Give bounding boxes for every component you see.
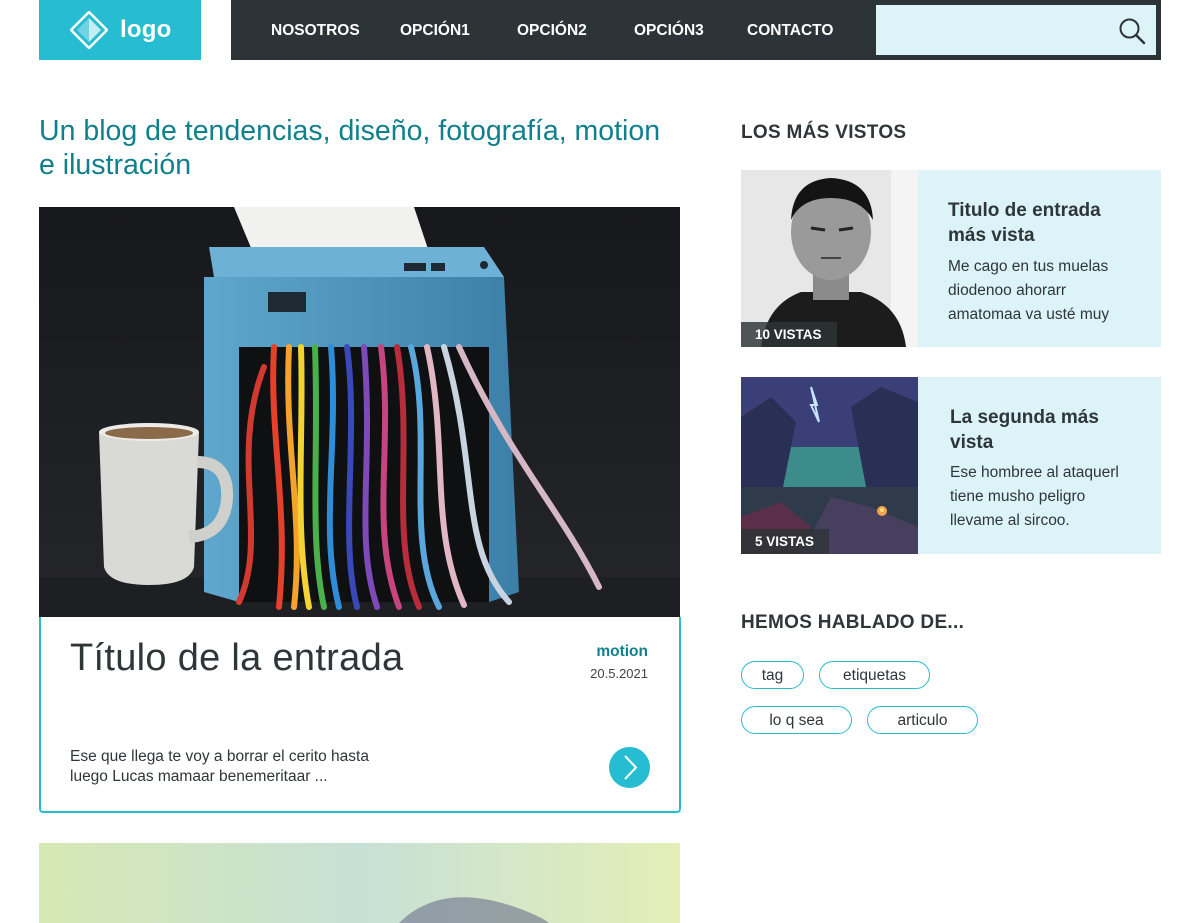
post-title[interactable]: Título de la entrada xyxy=(70,637,403,680)
popular-post-title[interactable]: Titulo de entrada más vista xyxy=(948,198,1138,248)
main-nav: NOSOTROS OPCIÓN1 OPCIÓN2 OPCIÓN3 CONTACT… xyxy=(231,0,1161,60)
page-heading: Un blog de tendencias, diseño, fotografí… xyxy=(39,115,661,181)
logo-diamond-icon xyxy=(70,11,108,49)
popular-heading: LOS MÁS VISTOS xyxy=(741,122,907,143)
search-icon[interactable] xyxy=(1118,17,1146,45)
post-featured-image[interactable] xyxy=(39,207,680,617)
post-date: 20.5.2021 xyxy=(590,666,648,681)
tag-chip[interactable]: tag xyxy=(741,661,804,689)
views-badge: 5 VISTAS xyxy=(741,529,830,554)
nav-item-opcion2[interactable]: OPCIÓN2 xyxy=(517,0,587,60)
popular-post-thumbnail[interactable]: 5 VISTAS xyxy=(741,377,918,554)
popular-post-card[interactable]: 5 VISTAS La segunda más vista Ese hombre… xyxy=(741,377,1161,554)
popular-post-thumbnail[interactable]: 10 VISTAS xyxy=(741,170,918,347)
nav-item-nosotros[interactable]: NOSOTROS xyxy=(271,0,360,60)
nav-item-opcion1[interactable]: OPCIÓN1 xyxy=(400,0,470,60)
popular-post-excerpt: Ese hombree al ataquerl tiene musho peli… xyxy=(950,464,1119,529)
popular-post-title[interactable]: La segunda más vista xyxy=(950,405,1140,455)
popular-post-excerpt: Me cago en tus muelas diodenoo ahorarr a… xyxy=(948,258,1110,323)
tags-heading: HEMOS HABLADO DE... xyxy=(741,612,965,633)
post-excerpt: Ese que llega te voy a borrar el cerito … xyxy=(70,748,369,785)
post-category[interactable]: motion xyxy=(596,643,648,661)
popular-post-card[interactable]: 10 VISTAS Titulo de entrada más vista Me… xyxy=(741,170,1161,347)
shredder-illustration xyxy=(39,207,680,617)
next-post-image[interactable] xyxy=(39,843,680,923)
search-box xyxy=(876,5,1156,55)
pixel-art-landscape xyxy=(741,377,918,554)
portrait-photo xyxy=(741,170,918,347)
tag-chip[interactable]: lo q sea xyxy=(741,706,852,734)
logo[interactable]: logo xyxy=(39,0,201,60)
nav-item-opcion3[interactable]: OPCIÓN3 xyxy=(634,0,704,60)
read-more-button[interactable] xyxy=(609,747,650,788)
logo-text: logo xyxy=(120,16,172,43)
next-post-artwork xyxy=(39,843,680,923)
tag-chip[interactable]: articulo xyxy=(867,706,978,734)
tag-chip[interactable]: etiquetas xyxy=(819,661,930,689)
nav-item-contacto[interactable]: CONTACTO xyxy=(747,0,833,60)
chevron-right-icon xyxy=(624,755,638,780)
views-badge: 10 VISTAS xyxy=(741,322,837,347)
search-input[interactable] xyxy=(876,5,1106,55)
post-card[interactable]: Título de la entrada motion 20.5.2021 Es… xyxy=(39,617,681,813)
